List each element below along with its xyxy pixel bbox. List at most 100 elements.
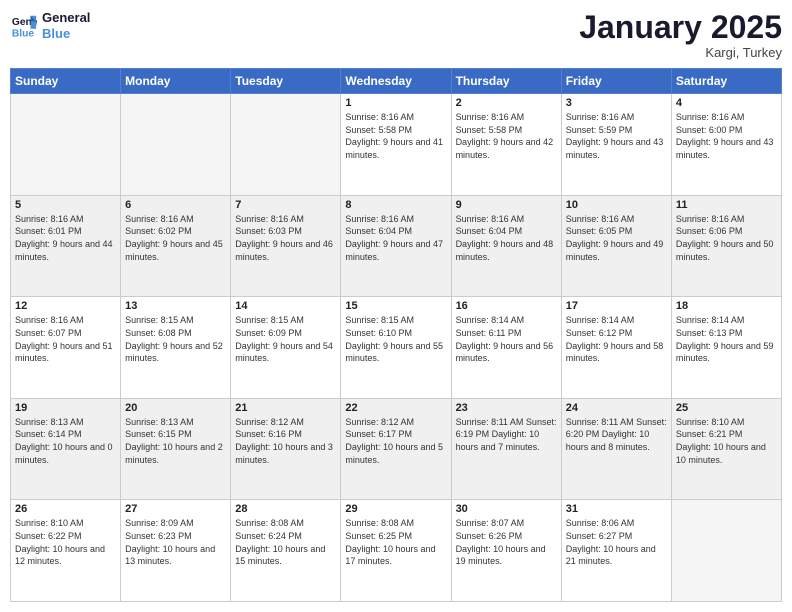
calendar-cell xyxy=(671,500,781,602)
calendar-cell xyxy=(231,94,341,196)
day-number: 29 xyxy=(345,503,446,515)
cell-content: Sunrise: 8:16 AM Sunset: 6:01 PM Dayligh… xyxy=(15,213,116,263)
day-number: 11 xyxy=(676,199,777,211)
cell-content: Sunrise: 8:08 AM Sunset: 6:24 PM Dayligh… xyxy=(235,517,336,567)
calendar-cell: 24Sunrise: 8:11 AM Sunset: 6:20 PM Dayli… xyxy=(561,398,671,500)
month-title: January 2025 xyxy=(579,10,782,45)
calendar-cell xyxy=(11,94,121,196)
calendar-cell: 4 Sunrise: 8:16 AM Sunset: 6:00 PM Daylig… xyxy=(671,94,781,196)
calendar-header-sunday: Sunday xyxy=(11,69,121,94)
calendar-cell: 2Sunrise: 8:16 AM Sunset: 5:58 PM Daylig… xyxy=(451,94,561,196)
calendar-cell: 15 Sunrise: 8:15 AM Sunset: 6:10 PM Dayli… xyxy=(341,297,451,399)
calendar-cell xyxy=(121,94,231,196)
calendar-header-saturday: Saturday xyxy=(671,69,781,94)
cell-content: Sunrise: 8:16 AM Sunset: 6:04 PM Dayligh… xyxy=(345,213,446,263)
day-number: 12 xyxy=(15,300,116,312)
calendar-cell: 26 Sunrise: 8:10 AM Sunset: 6:22 PM Dayli… xyxy=(11,500,121,602)
svg-text:Blue: Blue xyxy=(12,28,35,39)
calendar-cell: 3 Sunrise: 8:16 AM Sunset: 5:59 PM Daylig… xyxy=(561,94,671,196)
cell-content: Sunrise: 8:07 AM Sunset: 6:26 PM Dayligh… xyxy=(456,517,557,567)
calendar-cell: 6 Sunrise: 8:16 AM Sunset: 6:02 PM Daylig… xyxy=(121,195,231,297)
cell-content: Sunrise: 8:09 AM Sunset: 6:23 PM Dayligh… xyxy=(125,517,226,567)
calendar-cell: 18 Sunrise: 8:14 AM Sunset: 6:13 PM Dayli… xyxy=(671,297,781,399)
cell-content: Sunrise: 8:12 AM Sunset: 6:17 PM Dayligh… xyxy=(345,416,446,466)
calendar-cell: 9 Sunrise: 8:16 AM Sunset: 6:04 PM Daylig… xyxy=(451,195,561,297)
cell-content: Sunrise: 8:16 AM Sunset: 6:06 PM Dayligh… xyxy=(676,213,777,263)
cell-content: Sunrise: 8:16 AM Sunset: 6:02 PM Dayligh… xyxy=(125,213,226,263)
cell-content: Sunrise: 8:13 AM Sunset: 6:14 PM Dayligh… xyxy=(15,416,116,466)
day-number: 20 xyxy=(125,402,226,414)
day-number: 23 xyxy=(456,402,557,414)
calendar-cell: 14Sunrise: 8:15 AM Sunset: 6:09 PM Dayli… xyxy=(231,297,341,399)
day-number: 1 xyxy=(345,97,446,109)
location: Kargi, Turkey xyxy=(579,45,782,60)
cell-content: Sunrise: 8:11 AM Sunset: 6:19 PM Dayligh… xyxy=(456,416,557,454)
calendar-cell: 20Sunrise: 8:13 AM Sunset: 6:15 PM Dayli… xyxy=(121,398,231,500)
day-number: 16 xyxy=(456,300,557,312)
logo: General Blue General Blue xyxy=(10,10,90,41)
calendar-week-5: 26 Sunrise: 8:10 AM Sunset: 6:22 PM Dayli… xyxy=(11,500,782,602)
cell-content: Sunrise: 8:14 AM Sunset: 6:13 PM Dayligh… xyxy=(676,314,777,364)
calendar-cell: 28Sunrise: 8:08 AM Sunset: 6:24 PM Dayli… xyxy=(231,500,341,602)
day-number: 3 xyxy=(566,97,667,109)
calendar-week-3: 12 Sunrise: 8:16 AM Sunset: 6:07 PM Dayli… xyxy=(11,297,782,399)
day-number: 18 xyxy=(676,300,777,312)
header: General Blue General Blue January 2025 K… xyxy=(10,10,782,60)
day-number: 30 xyxy=(456,503,557,515)
day-number: 5 xyxy=(15,199,116,211)
calendar-cell: 29 Sunrise: 8:08 AM Sunset: 6:25 PM Dayli… xyxy=(341,500,451,602)
calendar-cell: 16 Sunrise: 8:14 AM Sunset: 6:11 PM Dayli… xyxy=(451,297,561,399)
day-number: 6 xyxy=(125,199,226,211)
calendar-cell: 30 Sunrise: 8:07 AM Sunset: 6:26 PM Dayli… xyxy=(451,500,561,602)
cell-content: Sunrise: 8:06 AM Sunset: 6:27 PM Dayligh… xyxy=(566,517,667,567)
day-number: 27 xyxy=(125,503,226,515)
calendar-cell: 1Sunrise: 8:16 AM Sunset: 5:58 PM Daylig… xyxy=(341,94,451,196)
cell-content: Sunrise: 8:16 AM Sunset: 6:07 PM Dayligh… xyxy=(15,314,116,364)
day-number: 9 xyxy=(456,199,557,211)
calendar-cell: 31 Sunrise: 8:06 AM Sunset: 6:27 PM Dayli… xyxy=(561,500,671,602)
cell-content: Sunrise: 8:16 AM Sunset: 6:00 PM Dayligh… xyxy=(676,111,777,161)
cell-content: Sunrise: 8:15 AM Sunset: 6:09 PM Dayligh… xyxy=(235,314,336,364)
cell-content: Sunrise: 8:11 AM Sunset: 6:20 PM Dayligh… xyxy=(566,416,667,454)
cell-content: Sunrise: 8:16 AM Sunset: 6:05 PM Dayligh… xyxy=(566,213,667,263)
day-number: 4 xyxy=(676,97,777,109)
cell-content: Sunrise: 8:10 AM Sunset: 6:21 PM Dayligh… xyxy=(676,416,777,466)
calendar-cell: 23 Sunrise: 8:11 AM Sunset: 6:19 PM Dayli… xyxy=(451,398,561,500)
calendar-header-thursday: Thursday xyxy=(451,69,561,94)
calendar-week-4: 19 Sunrise: 8:13 AM Sunset: 6:14 PM Dayli… xyxy=(11,398,782,500)
calendar-cell: 13Sunrise: 8:15 AM Sunset: 6:08 PM Dayli… xyxy=(121,297,231,399)
day-number: 7 xyxy=(235,199,336,211)
cell-content: Sunrise: 8:16 AM Sunset: 5:58 PM Dayligh… xyxy=(456,111,557,161)
day-number: 26 xyxy=(15,503,116,515)
calendar-cell: 10 Sunrise: 8:16 AM Sunset: 6:05 PM Dayli… xyxy=(561,195,671,297)
title-area: January 2025 Kargi, Turkey xyxy=(579,10,782,60)
day-number: 22 xyxy=(345,402,446,414)
calendar-cell: 22 Sunrise: 8:12 AM Sunset: 6:17 PM Dayli… xyxy=(341,398,451,500)
calendar-cell: 17Sunrise: 8:14 AM Sunset: 6:12 PM Dayli… xyxy=(561,297,671,399)
calendar-cell: 11 Sunrise: 8:16 AM Sunset: 6:06 PM Dayli… xyxy=(671,195,781,297)
cell-content: Sunrise: 8:08 AM Sunset: 6:25 PM Dayligh… xyxy=(345,517,446,567)
calendar-header-friday: Friday xyxy=(561,69,671,94)
page: General Blue General Blue January 2025 K… xyxy=(0,0,792,612)
day-number: 25 xyxy=(676,402,777,414)
cell-content: Sunrise: 8:15 AM Sunset: 6:10 PM Dayligh… xyxy=(345,314,446,364)
day-number: 10 xyxy=(566,199,667,211)
cell-content: Sunrise: 8:16 AM Sunset: 6:04 PM Dayligh… xyxy=(456,213,557,263)
calendar-cell: 27 Sunrise: 8:09 AM Sunset: 6:23 PM Dayli… xyxy=(121,500,231,602)
cell-content: Sunrise: 8:16 AM Sunset: 5:59 PM Dayligh… xyxy=(566,111,667,161)
logo-icon: General Blue xyxy=(10,12,38,40)
day-number: 15 xyxy=(345,300,446,312)
calendar-cell: 8Sunrise: 8:16 AM Sunset: 6:04 PM Daylig… xyxy=(341,195,451,297)
day-number: 13 xyxy=(125,300,226,312)
day-number: 19 xyxy=(15,402,116,414)
cell-content: Sunrise: 8:14 AM Sunset: 6:11 PM Dayligh… xyxy=(456,314,557,364)
calendar-cell: 25 Sunrise: 8:10 AM Sunset: 6:21 PM Dayli… xyxy=(671,398,781,500)
calendar-table: SundayMondayTuesdayWednesdayThursdayFrid… xyxy=(10,68,782,602)
cell-content: Sunrise: 8:14 AM Sunset: 6:12 PM Dayligh… xyxy=(566,314,667,364)
calendar-week-1: 1 Sunrise: 8:16 AM Sunset: 5:58 PM Daylig… xyxy=(11,94,782,196)
day-number: 31 xyxy=(566,503,667,515)
calendar-cell: 12 Sunrise: 8:16 AM Sunset: 6:07 PM Dayli… xyxy=(11,297,121,399)
cell-content: Sunrise: 8:10 AM Sunset: 6:22 PM Dayligh… xyxy=(15,517,116,567)
logo-text-line2: Blue xyxy=(42,26,90,42)
calendar-week-2: 5 Sunrise: 8:16 AM Sunset: 6:01 PM Daylig… xyxy=(11,195,782,297)
